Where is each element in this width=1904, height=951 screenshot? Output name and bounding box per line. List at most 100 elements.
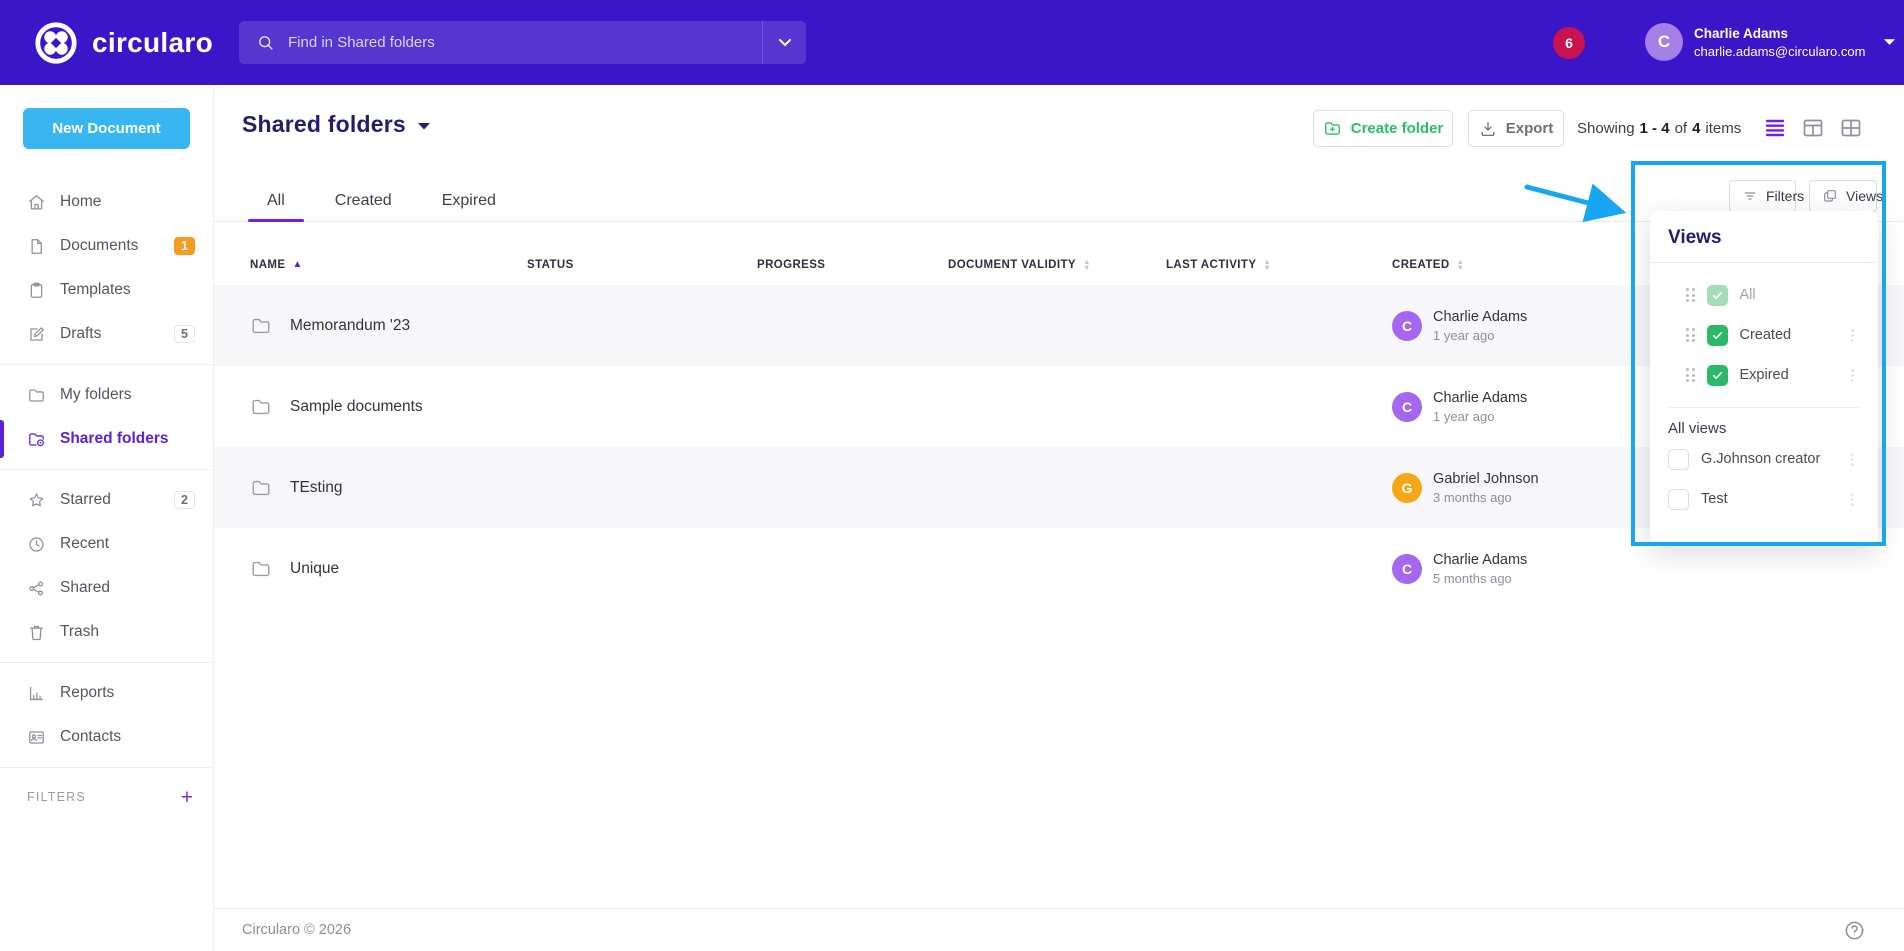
view-option-test[interactable]: Test ⋮ (1664, 479, 1864, 519)
created-cell: C Charlie Adams 5 months ago (1392, 552, 1904, 586)
checkbox-unchecked[interactable] (1668, 449, 1689, 470)
app-header: circularo 6 C Charlie Adams charlie.adam… (0, 0, 1904, 85)
sidebar-item-label: My folders (60, 386, 195, 404)
tab-all[interactable]: All (242, 180, 310, 221)
documents-count-badge: 1 (174, 237, 195, 255)
sort-icon: ▲▼ (1263, 259, 1271, 272)
edit-icon (27, 325, 46, 344)
drafts-count-badge: 5 (174, 325, 195, 343)
notification-badge[interactable]: 6 (1553, 27, 1585, 59)
list-view-icon[interactable] (1763, 116, 1787, 140)
table-view-icon[interactable] (1801, 116, 1825, 140)
user-name: Charlie Adams (1694, 25, 1865, 44)
sidebar-nav: Home Documents 1 Templates (0, 180, 213, 818)
view-option-created[interactable]: Created ⋮ (1664, 315, 1864, 355)
sidebar-item-drafts[interactable]: Drafts 5 (0, 312, 213, 356)
sidebar-item-label: Drafts (60, 325, 174, 343)
sidebar-item-label: Contacts (60, 728, 195, 746)
filters-button[interactable]: Filters (1729, 180, 1796, 212)
sidebar-item-reports[interactable]: Reports (0, 671, 213, 715)
help-icon[interactable] (1843, 919, 1866, 942)
sidebar-item-my-folders[interactable]: My folders (0, 373, 213, 417)
clipboard-icon (27, 281, 46, 300)
tab-created[interactable]: Created (310, 180, 417, 221)
column-header-progress[interactable]: PROGRESS (757, 259, 948, 271)
sidebar-item-shared[interactable]: Shared (0, 566, 213, 610)
sidebar-item-shared-folders[interactable]: Shared folders (0, 417, 213, 461)
column-header-last-activity[interactable]: LAST ACTIVITY ▲▼ (1166, 259, 1392, 272)
sidebar-item-home[interactable]: Home (0, 180, 213, 224)
folder-icon (27, 386, 46, 405)
avatar: C (1392, 311, 1422, 341)
column-header-document-validity[interactable]: DOCUMENT VALIDITY ▲▼ (948, 259, 1166, 272)
page-title: Shared folders (242, 111, 406, 138)
kebab-menu-icon[interactable]: ⋮ (1841, 490, 1864, 508)
folder-name-cell: Sample documents (250, 396, 527, 418)
views-button[interactable]: Views (1809, 180, 1877, 212)
avatar: C (1392, 554, 1422, 584)
search-scope-dropdown[interactable] (762, 21, 806, 64)
filter-icon (1742, 188, 1758, 204)
grid-view-icon[interactable] (1839, 116, 1863, 140)
sidebar-item-documents[interactable]: Documents 1 (0, 224, 213, 268)
kebab-menu-icon[interactable]: ⋮ (1841, 366, 1864, 384)
chevron-down-icon (1883, 38, 1896, 47)
checkbox-checked-disabled[interactable] (1707, 285, 1728, 306)
sort-asc-icon: ▲ (292, 260, 302, 270)
views-panel-title: Views (1650, 211, 1878, 263)
chart-icon (27, 684, 46, 703)
copyright-text: Circularo © 2026 (242, 922, 1843, 938)
drag-handle-icon[interactable] (1686, 328, 1695, 342)
sidebar-item-label: Recent (60, 535, 195, 553)
drag-handle-icon[interactable] (1686, 368, 1695, 382)
folder-name: Unique (290, 560, 339, 578)
sidebar-item-trash[interactable]: Trash (0, 610, 213, 654)
export-button[interactable]: Export (1468, 110, 1564, 147)
search-input[interactable] (288, 34, 762, 51)
add-filter-button[interactable]: + (181, 787, 193, 808)
sidebar-item-recent[interactable]: Recent (0, 522, 213, 566)
global-search[interactable] (239, 21, 806, 64)
drag-handle-icon[interactable] (1686, 288, 1695, 302)
kebab-menu-icon[interactable]: ⋮ (1841, 326, 1864, 344)
app-logo[interactable]: circularo (33, 20, 213, 66)
views-button-label: Views (1846, 188, 1883, 204)
column-header-status[interactable]: STATUS (527, 259, 757, 271)
page-title-dropdown[interactable]: Shared folders (242, 111, 431, 138)
tab-expired[interactable]: Expired (417, 180, 521, 221)
user-menu[interactable]: C Charlie Adams charlie.adams@circularo.… (1645, 23, 1896, 61)
document-icon (27, 237, 46, 256)
shared-folder-icon (27, 430, 46, 449)
created-time: 5 months ago (1433, 571, 1527, 586)
view-option-expired[interactable]: Expired ⋮ (1664, 355, 1864, 395)
creator-name: Charlie Adams (1433, 309, 1527, 325)
column-header-name[interactable]: NAME▲ (250, 259, 527, 271)
export-label: Export (1506, 120, 1554, 137)
folder-name: TEsting (290, 479, 343, 497)
created-time: 3 months ago (1433, 490, 1539, 505)
filters-button-label: Filters (1766, 188, 1804, 204)
views-panel: Views All Created ⋮ (1650, 211, 1878, 545)
items-count-status: Showing 1 - 4 of 4 items (1577, 110, 1741, 147)
sidebar-item-label: Shared folders (60, 430, 195, 448)
checkbox-checked[interactable] (1707, 325, 1728, 346)
new-document-button[interactable]: New Document (23, 108, 190, 149)
sidebar-item-label: Trash (60, 623, 195, 641)
divider (0, 662, 213, 663)
search-icon (256, 33, 275, 52)
view-option-label: Test (1701, 491, 1829, 507)
view-option-label: Created (1740, 327, 1830, 343)
sidebar-item-starred[interactable]: Starred 2 (0, 478, 213, 522)
sidebar-item-templates[interactable]: Templates (0, 268, 213, 312)
view-option-label: Expired (1740, 367, 1830, 383)
avatar: C (1392, 392, 1422, 422)
view-option-gjohnson-creator[interactable]: G.Johnson creator ⋮ (1664, 439, 1864, 479)
checkbox-unchecked[interactable] (1668, 489, 1689, 510)
checkbox-checked[interactable] (1707, 365, 1728, 386)
created-time: 1 year ago (1433, 328, 1527, 343)
kebab-menu-icon[interactable]: ⋮ (1841, 450, 1864, 468)
view-option-all[interactable]: All (1664, 275, 1864, 315)
sidebar-item-contacts[interactable]: Contacts (0, 715, 213, 759)
create-folder-button[interactable]: Create folder (1313, 110, 1453, 147)
folder-name-cell: Memorandum '23 (250, 315, 527, 337)
